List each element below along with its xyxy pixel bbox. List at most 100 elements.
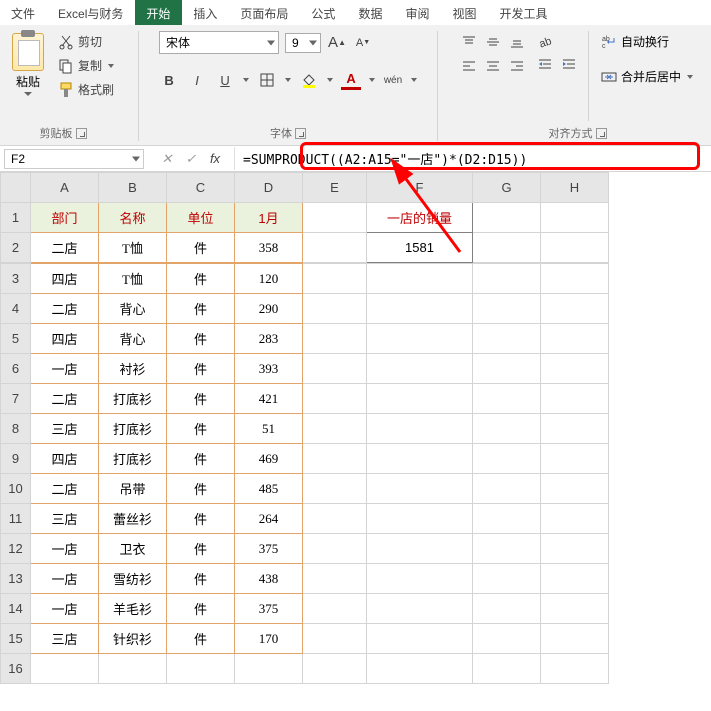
fx-button[interactable]: fx xyxy=(204,149,226,169)
cell[interactable]: 打底衫 xyxy=(99,384,167,414)
cell[interactable] xyxy=(473,564,541,594)
row-header[interactable]: 16 xyxy=(1,654,31,684)
cell[interactable] xyxy=(541,294,609,324)
cell[interactable] xyxy=(541,534,609,564)
cell[interactable]: 四店 xyxy=(31,324,99,354)
cell[interactable]: 一店 xyxy=(31,534,99,564)
row-header[interactable]: 12 xyxy=(1,534,31,564)
cell[interactable]: 件 xyxy=(167,233,235,263)
cell[interactable] xyxy=(303,294,367,324)
cell[interactable]: 一店 xyxy=(31,594,99,624)
cell[interactable]: 件 xyxy=(167,294,235,324)
underline-button[interactable]: U xyxy=(215,70,235,90)
indent-decrease-button[interactable] xyxy=(534,53,556,75)
row-header[interactable]: 3 xyxy=(1,264,31,294)
cell[interactable] xyxy=(303,564,367,594)
cell[interactable] xyxy=(367,624,473,654)
cell[interactable] xyxy=(303,444,367,474)
tab-formulas[interactable]: 公式 xyxy=(300,0,347,25)
cell[interactable] xyxy=(367,324,473,354)
col-header[interactable]: C xyxy=(167,173,235,203)
tab-excelfinance[interactable]: Excel与财务 xyxy=(47,0,135,25)
cell[interactable] xyxy=(303,534,367,564)
row-header[interactable]: 1 xyxy=(1,203,31,233)
cell[interactable]: 背心 xyxy=(99,294,167,324)
enter-formula-button[interactable]: ✓ xyxy=(180,149,202,169)
cut-button[interactable]: 剪切 xyxy=(54,31,118,52)
cell[interactable]: 单位 xyxy=(167,203,235,233)
cancel-formula-button[interactable]: ✕ xyxy=(156,149,178,169)
cell[interactable] xyxy=(473,504,541,534)
cell[interactable]: 吊带 xyxy=(99,474,167,504)
row-header[interactable]: 7 xyxy=(1,384,31,414)
cell[interactable]: 件 xyxy=(167,594,235,624)
cell[interactable]: 件 xyxy=(167,264,235,294)
shrink-font-button[interactable]: A▼ xyxy=(353,33,373,53)
cell[interactable]: 三店 xyxy=(31,414,99,444)
cell[interactable] xyxy=(31,654,99,684)
tab-home[interactable]: 开始 xyxy=(135,0,182,25)
col-header[interactable]: E xyxy=(303,173,367,203)
cell[interactable]: 针织衫 xyxy=(99,624,167,654)
row-header[interactable]: 10 xyxy=(1,474,31,504)
dialog-launcher-icon[interactable] xyxy=(76,128,87,139)
tab-layout[interactable]: 页面布局 xyxy=(229,0,300,25)
cell[interactable]: 件 xyxy=(167,474,235,504)
cell[interactable] xyxy=(303,504,367,534)
grow-font-button[interactable]: A▲ xyxy=(327,33,347,53)
italic-button[interactable]: I xyxy=(187,70,207,90)
cell[interactable] xyxy=(303,474,367,504)
cell[interactable] xyxy=(303,624,367,654)
grid-body[interactable]: 3四店T恤件1204二店背心件2905四店背心件2836一店衬衫件3937二店打… xyxy=(0,263,609,684)
cell[interactable]: 雪纺衫 xyxy=(99,564,167,594)
cell[interactable] xyxy=(541,384,609,414)
row-header[interactable]: 8 xyxy=(1,414,31,444)
cell[interactable]: 358 xyxy=(235,233,303,263)
indent-increase-button[interactable] xyxy=(558,53,580,75)
align-right-button[interactable] xyxy=(506,55,528,77)
cell[interactable]: 打底衫 xyxy=(99,414,167,444)
cell[interactable] xyxy=(367,504,473,534)
cell[interactable] xyxy=(473,534,541,564)
col-header[interactable]: D xyxy=(235,173,303,203)
cell[interactable]: 卫衣 xyxy=(99,534,167,564)
cell[interactable] xyxy=(303,233,367,263)
cell[interactable] xyxy=(367,594,473,624)
orientation-button[interactable]: ab xyxy=(534,31,556,53)
cell[interactable]: T恤 xyxy=(99,264,167,294)
cell[interactable] xyxy=(473,624,541,654)
cell[interactable] xyxy=(473,594,541,624)
cell[interactable] xyxy=(473,384,541,414)
font-name-select[interactable]: 宋体 xyxy=(159,31,279,54)
cell[interactable]: 438 xyxy=(235,564,303,594)
cell[interactable]: 件 xyxy=(167,624,235,654)
dialog-launcher-icon[interactable] xyxy=(295,128,306,139)
cell[interactable] xyxy=(303,203,367,233)
bold-button[interactable]: B xyxy=(159,70,179,90)
cell[interactable]: 一店 xyxy=(31,564,99,594)
cell[interactable]: 件 xyxy=(167,414,235,444)
cell[interactable] xyxy=(99,654,167,684)
cell[interactable] xyxy=(367,264,473,294)
row-header[interactable]: 14 xyxy=(1,594,31,624)
copy-button[interactable]: 复制 xyxy=(54,55,118,76)
cell[interactable] xyxy=(367,294,473,324)
cell[interactable] xyxy=(367,534,473,564)
cell[interactable] xyxy=(367,474,473,504)
merge-center-button[interactable]: 合并后居中 xyxy=(597,66,697,87)
cell[interactable] xyxy=(541,654,609,684)
cell[interactable]: 1月 xyxy=(235,203,303,233)
cell-selected[interactable]: 1581 xyxy=(367,233,473,263)
tab-dev[interactable]: 开发工具 xyxy=(488,0,559,25)
cell[interactable] xyxy=(367,654,473,684)
row-header[interactable]: 2 xyxy=(1,233,31,263)
col-header[interactable]: G xyxy=(473,173,541,203)
tab-file[interactable]: 文件 xyxy=(0,0,47,25)
cell[interactable]: 421 xyxy=(235,384,303,414)
cell[interactable]: 二店 xyxy=(31,384,99,414)
cell[interactable] xyxy=(541,203,609,233)
col-header[interactable]: A xyxy=(31,173,99,203)
tab-view[interactable]: 视图 xyxy=(441,0,488,25)
cell[interactable] xyxy=(473,654,541,684)
row-header[interactable]: 13 xyxy=(1,564,31,594)
